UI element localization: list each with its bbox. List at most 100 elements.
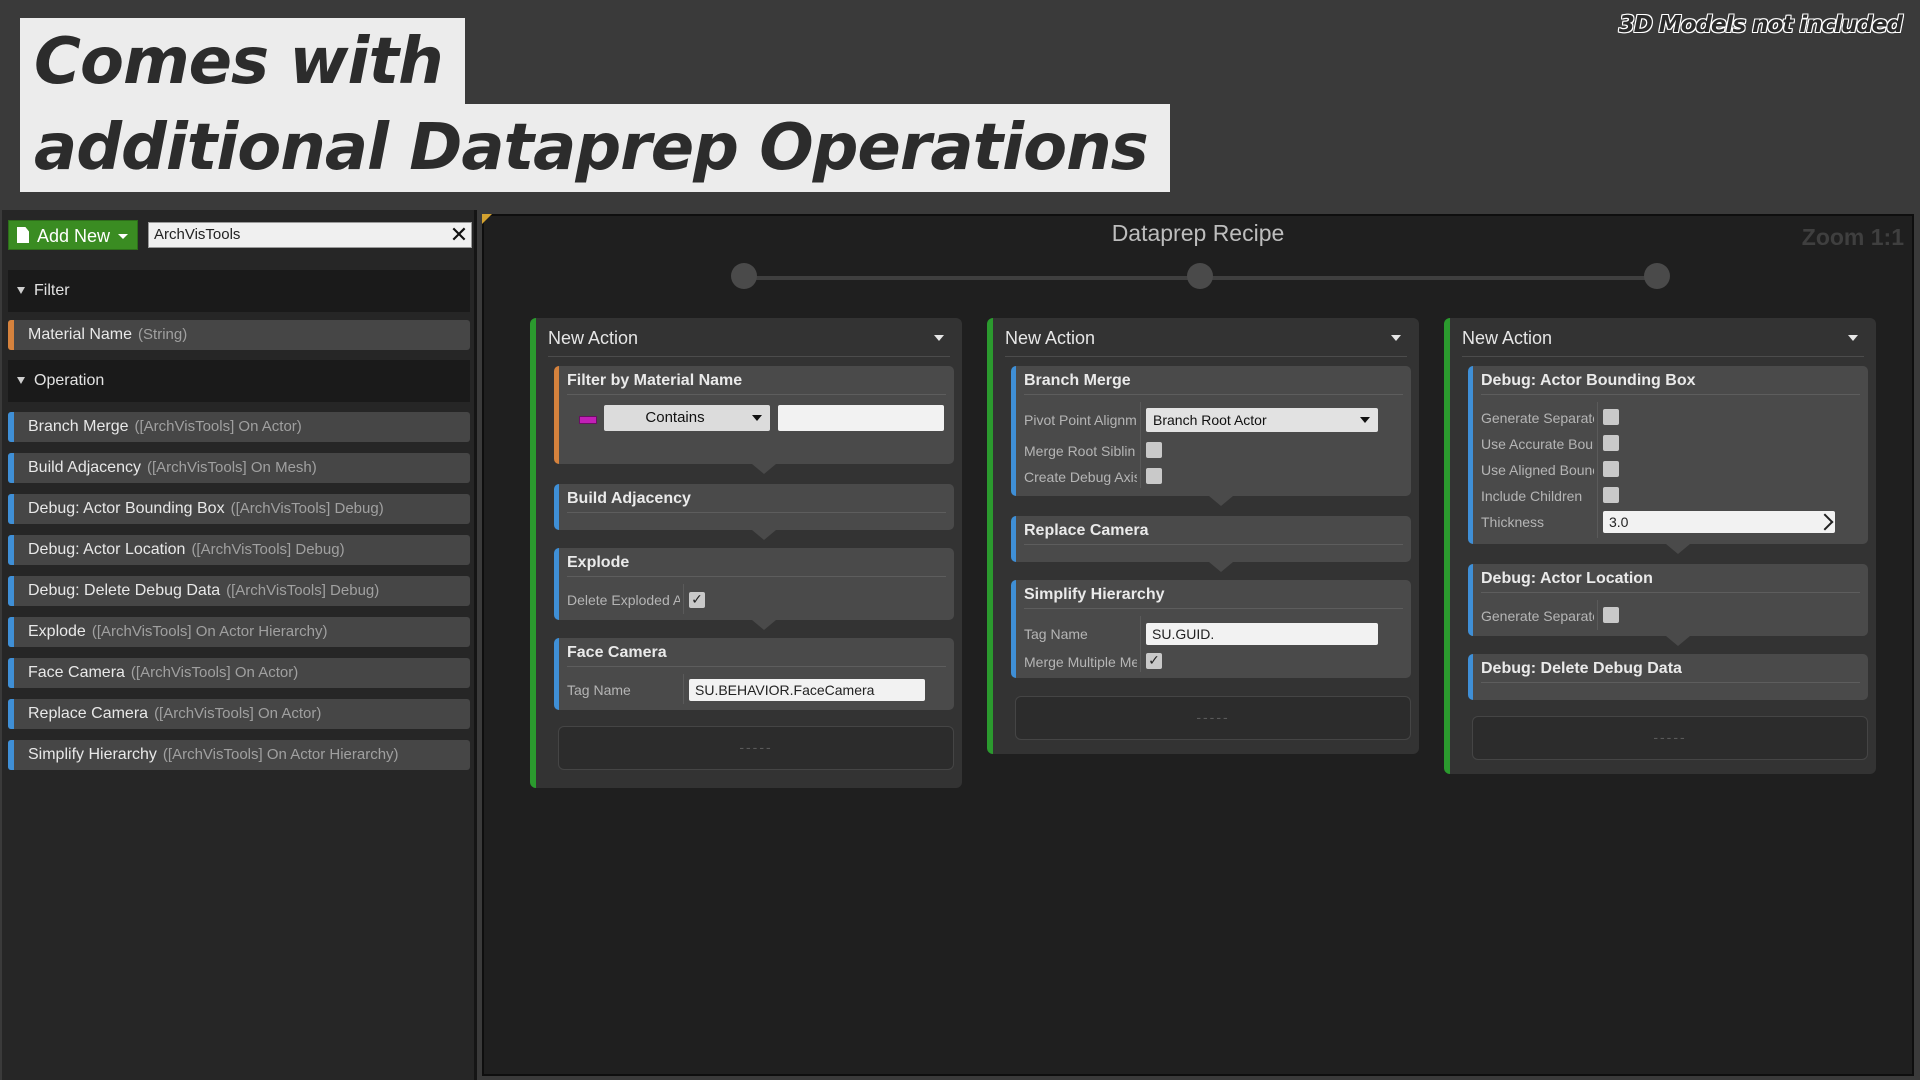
palette-item-debug-delete-debug-data[interactable]: Debug: Delete Debug Data ([ArchVisTools] … bbox=[8, 576, 470, 606]
property-divider bbox=[1597, 600, 1598, 630]
chevron-down-icon[interactable] bbox=[934, 335, 944, 341]
category-operation[interactable]: Operation bbox=[8, 360, 470, 402]
include-children-checkbox[interactable] bbox=[1603, 487, 1619, 503]
timeline-node[interactable] bbox=[1187, 263, 1213, 289]
action-card[interactable]: New Action Branch Merge Pivot Point Alig… bbox=[987, 318, 1419, 754]
step-simplify-hierarchy[interactable]: Simplify Hierarchy Tag Name SU.GUID. Mer… bbox=[1011, 580, 1411, 678]
clear-search-icon[interactable]: ✕ bbox=[449, 225, 469, 247]
palette-item-meta: ([ArchVisTools] On Mesh) bbox=[146, 459, 317, 476]
step-title: Branch Merge bbox=[1024, 366, 1403, 395]
palette-item-label: Explode bbox=[28, 623, 86, 640]
resize-handle-icon[interactable] bbox=[1816, 513, 1834, 531]
chevron-down-icon[interactable] bbox=[1848, 335, 1858, 341]
material-name-input[interactable] bbox=[778, 405, 944, 431]
palette-item-face-camera[interactable]: Face Camera ([ArchVisTools] On Actor) bbox=[8, 658, 470, 688]
merge-multiple-checkbox[interactable]: ✓ bbox=[1146, 653, 1162, 669]
category-filter-label: Filter bbox=[34, 282, 70, 299]
filter-type-icon bbox=[579, 416, 597, 424]
create-debug-axis-checkbox[interactable] bbox=[1146, 468, 1162, 484]
action-header[interactable]: New Action bbox=[548, 318, 950, 357]
timeline-node[interactable] bbox=[1644, 263, 1670, 289]
generate-separate-checkbox[interactable] bbox=[1603, 607, 1619, 623]
generate-separate-checkbox[interactable] bbox=[1603, 409, 1619, 425]
property-divider bbox=[683, 674, 684, 704]
new-file-icon bbox=[17, 227, 29, 243]
pivot-alignment-label: Pivot Point Alignm bbox=[1024, 412, 1137, 428]
palette-item-label: Build Adjacency bbox=[28, 459, 141, 476]
add-step-drop-zone[interactable]: ----- bbox=[1015, 696, 1411, 740]
include-children-label: Include Children bbox=[1481, 488, 1583, 504]
merge-root-siblings-label: Merge Root Siblin bbox=[1024, 443, 1136, 459]
step-title: Simplify Hierarchy bbox=[1024, 580, 1403, 609]
delete-exploded-label: Delete Exploded A bbox=[567, 592, 680, 608]
action-title: New Action bbox=[1005, 328, 1096, 348]
palette-item-debug-actor-location[interactable]: Debug: Actor Location ([ArchVisTools] Deb… bbox=[8, 535, 470, 565]
thickness-label: Thickness bbox=[1481, 514, 1545, 530]
palette-item-material-name[interactable]: Material Name (String) bbox=[8, 320, 470, 350]
timeline-node[interactable] bbox=[731, 263, 757, 289]
palette-item-replace-camera[interactable]: Replace Camera ([ArchVisTools] On Actor) bbox=[8, 699, 470, 729]
palette-item-meta: (String) bbox=[138, 326, 188, 343]
add-step-drop-zone[interactable]: ----- bbox=[1472, 716, 1868, 760]
step-connector bbox=[1209, 496, 1233, 506]
use-aligned-bounds-label: Use Aligned Bounc bbox=[1481, 462, 1594, 478]
operation-color-stripe bbox=[8, 617, 14, 647]
search-input-value: ArchVisTools bbox=[154, 226, 241, 243]
use-aligned-bounds-checkbox[interactable] bbox=[1603, 461, 1619, 477]
chevron-down-icon[interactable] bbox=[1391, 335, 1401, 341]
step-debug-delete-debug-data[interactable]: Debug: Delete Debug Data bbox=[1468, 654, 1868, 700]
tag-name-input[interactable]: SU.BEHAVIOR.FaceCamera bbox=[689, 679, 925, 701]
palette-item-branch-merge[interactable]: Branch Merge ([ArchVisTools] On Actor) bbox=[8, 412, 470, 442]
step-explode[interactable]: Explode Delete Exploded A ✓ bbox=[554, 548, 954, 630]
add-step-drop-zone[interactable]: ----- bbox=[558, 726, 954, 770]
palette-item-label: Debug: Delete Debug Data bbox=[28, 582, 221, 599]
disclaimer-text: 3D Models not included bbox=[1618, 12, 1903, 38]
operation-color-stripe bbox=[8, 453, 14, 483]
palette-item-meta: ([ArchVisTools] On Actor) bbox=[134, 418, 302, 435]
palette-item-build-adjacency[interactable]: Build Adjacency ([ArchVisTools] On Mesh) bbox=[8, 453, 470, 483]
add-new-label: Add New bbox=[37, 226, 111, 246]
collapse-triangle-icon bbox=[17, 377, 25, 384]
palette-item-meta: ([ArchVisTools] On Actor) bbox=[154, 705, 322, 722]
collapse-triangle-icon bbox=[17, 287, 25, 294]
step-debug-actor-location[interactable]: Debug: Actor Location Generate Separate bbox=[1468, 564, 1868, 646]
step-title: Filter by Material Name bbox=[567, 366, 946, 395]
action-header[interactable]: New Action bbox=[1462, 318, 1864, 357]
operation-color-stripe bbox=[8, 699, 14, 729]
operations-palette: Add New ArchVisTools ✕ Filter Material N… bbox=[2, 210, 477, 1080]
step-filter-by-material-name[interactable]: Filter by Material Name Contains bbox=[554, 366, 954, 474]
step-connector bbox=[752, 464, 776, 474]
generate-separate-label: Generate Separate bbox=[1481, 410, 1594, 426]
operation-color-stripe bbox=[8, 740, 14, 770]
action-card[interactable]: New Action Debug: Actor Bounding Box Gen… bbox=[1444, 318, 1876, 774]
palette-item-label: Material Name bbox=[28, 326, 133, 343]
action-card[interactable]: New Action Filter by Material Name Conta… bbox=[530, 318, 962, 788]
action-header[interactable]: New Action bbox=[1005, 318, 1407, 357]
palette-item-explode[interactable]: Explode ([ArchVisTools] On Actor Hierarch… bbox=[8, 617, 470, 647]
use-accurate-bounds-checkbox[interactable] bbox=[1603, 435, 1619, 451]
step-branch-merge[interactable]: Branch Merge Pivot Point Alignm Branch R… bbox=[1011, 366, 1411, 506]
palette-item-simplify-hierarchy[interactable]: Simplify Hierarchy ([ArchVisTools] On Act… bbox=[8, 740, 470, 770]
pivot-alignment-dropdown[interactable]: Branch Root Actor bbox=[1146, 408, 1378, 432]
action-title: New Action bbox=[548, 328, 639, 348]
step-debug-actor-bounding-box[interactable]: Debug: Actor Bounding Box Generate Separ… bbox=[1468, 366, 1868, 554]
recipe-graph[interactable]: Dataprep Recipe Zoom 1:1 New Action Filt… bbox=[482, 214, 1914, 1076]
step-face-camera[interactable]: Face Camera Tag Name SU.BEHAVIOR.FaceCam… bbox=[554, 638, 954, 710]
thickness-input[interactable]: 3.0 bbox=[1603, 511, 1835, 533]
add-new-button[interactable]: Add New bbox=[8, 220, 138, 250]
merge-root-siblings-checkbox[interactable] bbox=[1146, 442, 1162, 458]
delete-exploded-checkbox[interactable]: ✓ bbox=[689, 592, 705, 608]
match-option-dropdown[interactable]: Contains bbox=[604, 405, 770, 431]
action-title: New Action bbox=[1462, 328, 1553, 348]
tag-name-input[interactable]: SU.GUID. bbox=[1146, 623, 1378, 645]
step-replace-camera[interactable]: Replace Camera bbox=[1011, 516, 1411, 572]
step-build-adjacency[interactable]: Build Adjacency bbox=[554, 484, 954, 540]
operation-color-stripe bbox=[8, 535, 14, 565]
palette-item-debug-actor-bounding-box[interactable]: Debug: Actor Bounding Box ([ArchVisTools]… bbox=[8, 494, 470, 524]
category-filter[interactable]: Filter bbox=[8, 270, 470, 312]
pivot-alignment-value: Branch Root Actor bbox=[1153, 412, 1267, 428]
operation-color-stripe bbox=[8, 576, 14, 606]
step-title: Build Adjacency bbox=[567, 484, 946, 513]
search-input[interactable]: ArchVisTools ✕ bbox=[148, 222, 472, 248]
property-divider bbox=[1597, 402, 1598, 538]
